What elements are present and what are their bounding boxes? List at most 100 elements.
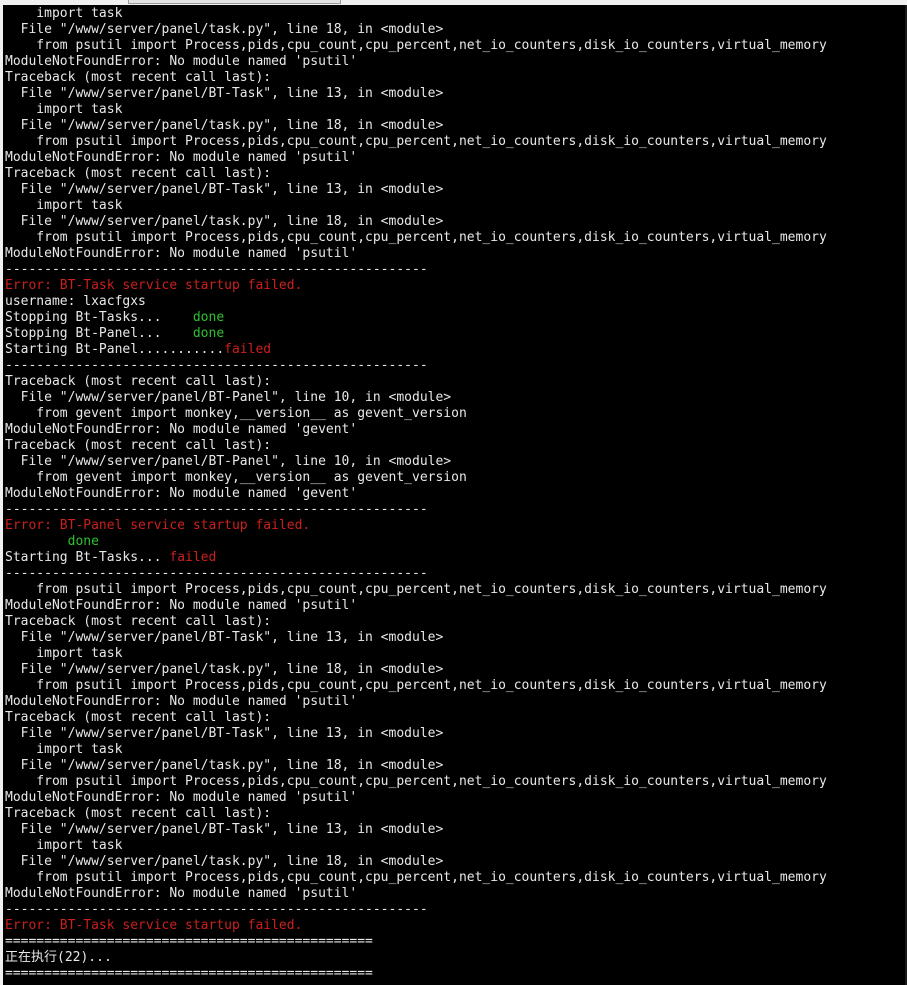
terminal-text: ModuleNotFoundError: No module named 'ge… [5, 422, 358, 437]
terminal-line: Traceback (most recent call last): [5, 438, 907, 454]
terminal-text: ----------------------------------------… [5, 502, 428, 517]
terminal-line: import task [5, 6, 907, 22]
terminal-line: File "/www/server/panel/BT-Panel", line … [5, 390, 907, 406]
terminal-text: ----------------------------------------… [5, 902, 428, 917]
terminal-text: File "/www/server/panel/BT-Task", line 1… [5, 726, 444, 741]
status-done-text: done [192, 326, 225, 341]
terminal-line: from psutil import Process,pids,cpu_coun… [5, 582, 907, 598]
terminal-lines: import task File "/www/server/panel/task… [3, 5, 907, 982]
terminal-text: File "/www/server/panel/task.py", line 1… [5, 854, 444, 869]
terminal-line: ========================================… [5, 966, 907, 982]
terminal-line: from gevent import monkey,__version__ as… [5, 406, 907, 422]
terminal-text: Traceback (most recent call last): [5, 614, 272, 629]
terminal-line: File "/www/server/panel/task.py", line 1… [5, 758, 907, 774]
session-tab[interactable] [128, 0, 341, 4]
terminal-line: ========================================… [5, 934, 907, 950]
status-done-text: done [67, 534, 99, 549]
terminal-line: import task [5, 198, 907, 214]
terminal-line: Traceback (most recent call last): [5, 614, 907, 630]
terminal-text: ModuleNotFoundError: No module named 'ps… [5, 54, 358, 69]
terminal-text: File "/www/server/panel/BT-Task", line 1… [5, 630, 444, 645]
terminal-line: import task [5, 646, 907, 662]
terminal-line: Error: BT-Task service startup failed. [5, 278, 907, 294]
terminal-line: import task [5, 102, 907, 118]
terminal-text: ModuleNotFoundError: No module named 'ps… [5, 598, 358, 613]
terminal-line: Stopping Bt-Panel... done [5, 326, 907, 342]
terminal-line: username: lxacfgxs [5, 294, 907, 310]
terminal-line: import task [5, 742, 907, 758]
terminal-line: ModuleNotFoundError: No module named 'ps… [5, 886, 907, 902]
terminal-line: ----------------------------------------… [5, 902, 907, 918]
terminal-text: ----------------------------------------… [5, 566, 428, 581]
terminal-text: File "/www/server/panel/BT-Panel", line … [5, 390, 452, 405]
terminal-text: from gevent import monkey,__version__ as… [5, 470, 467, 485]
terminal-line: File "/www/server/panel/task.py", line 1… [5, 118, 907, 134]
terminal-text: Traceback (most recent call last): [5, 710, 272, 725]
terminal-text: from psutil import Process,pids,cpu_coun… [5, 774, 827, 789]
terminal-text: ModuleNotFoundError: No module named 'ps… [5, 150, 358, 165]
terminal-text: import task [5, 838, 123, 853]
terminal-line: Traceback (most recent call last): [5, 70, 907, 86]
terminal-text: from gevent import monkey,__version__ as… [5, 406, 467, 421]
terminal-text: from psutil import Process,pids,cpu_coun… [5, 38, 827, 53]
terminal-line: Starting Bt-Tasks... failed [5, 550, 907, 566]
terminal-line: import task [5, 838, 907, 854]
terminal-text: File "/www/server/panel/task.py", line 1… [5, 214, 444, 229]
terminal-line: File "/www/server/panel/BT-Panel", line … [5, 454, 907, 470]
terminal-line: Error: BT-Task service startup failed. [5, 918, 907, 934]
terminal-line: done [5, 534, 907, 550]
terminal-line: ----------------------------------------… [5, 502, 907, 518]
terminal-line: from psutil import Process,pids,cpu_coun… [5, 870, 907, 886]
terminal-line: Starting Bt-Panel...........failed [5, 342, 907, 358]
terminal-text: File "/www/server/panel/task.py", line 1… [5, 22, 444, 37]
terminal-output-area[interactable]: import task File "/www/server/panel/task… [3, 5, 907, 985]
terminal-line: Traceback (most recent call last): [5, 806, 907, 822]
terminal-text: username: lxacfgxs [5, 294, 146, 309]
terminal-line: File "/www/server/panel/task.py", line 1… [5, 854, 907, 870]
terminal-text: File "/www/server/panel/BT-Panel", line … [5, 454, 452, 469]
terminal-text: ModuleNotFoundError: No module named 'ps… [5, 886, 358, 901]
terminal-line: ----------------------------------------… [5, 262, 907, 278]
terminal-line: from psutil import Process,pids,cpu_coun… [5, 134, 907, 150]
terminal-line: ModuleNotFoundError: No module named 'ps… [5, 246, 907, 262]
terminal-text: import task [5, 742, 123, 757]
status-done-text: done [192, 310, 225, 325]
terminal-text: File "/www/server/panel/task.py", line 1… [5, 758, 444, 773]
terminal-text: Stopping Bt-Panel... [5, 326, 193, 341]
error-text: Error: BT-Panel service startup failed. [5, 518, 311, 533]
terminal-line: from psutil import Process,pids,cpu_coun… [5, 678, 907, 694]
terminal-text: Starting Bt-Panel........... [5, 342, 225, 357]
terminal-line: Traceback (most recent call last): [5, 374, 907, 390]
terminal-text: File "/www/server/panel/BT-Task", line 1… [5, 822, 444, 837]
terminal-window: import task File "/www/server/panel/task… [0, 0, 907, 985]
terminal-text: Traceback (most recent call last): [5, 70, 272, 85]
terminal-line: File "/www/server/panel/task.py", line 1… [5, 214, 907, 230]
terminal-text: from psutil import Process,pids,cpu_coun… [5, 870, 827, 885]
terminal-text: import task [5, 6, 123, 21]
terminal-line: ModuleNotFoundError: No module named 'ge… [5, 486, 907, 502]
terminal-line: from gevent import monkey,__version__ as… [5, 470, 907, 486]
terminal-text: ModuleNotFoundError: No module named 'ps… [5, 246, 358, 261]
terminal-text: from psutil import Process,pids,cpu_coun… [5, 134, 827, 149]
terminal-line: File "/www/server/panel/task.py", line 1… [5, 22, 907, 38]
terminal-text: from psutil import Process,pids,cpu_coun… [5, 230, 827, 245]
terminal-line: File "/www/server/panel/BT-Task", line 1… [5, 182, 907, 198]
terminal-line: 正在执行(22)... [5, 950, 907, 966]
terminal-line: ModuleNotFoundError: No module named 'ge… [5, 422, 907, 438]
error-text: failed [224, 342, 272, 357]
terminal-text: Traceback (most recent call last): [5, 166, 272, 181]
terminal-line: from psutil import Process,pids,cpu_coun… [5, 230, 907, 246]
terminal-text: ----------------------------------------… [5, 358, 428, 373]
terminal-line: File "/www/server/panel/BT-Task", line 1… [5, 822, 907, 838]
terminal-line: from psutil import Process,pids,cpu_coun… [5, 774, 907, 790]
terminal-text: Traceback (most recent call last): [5, 438, 272, 453]
terminal-text: ========================================… [5, 966, 373, 981]
terminal-text: Starting Bt-Tasks... [5, 550, 170, 565]
terminal-text: File "/www/server/panel/BT-Task", line 1… [5, 86, 444, 101]
terminal-line: ModuleNotFoundError: No module named 'ps… [5, 598, 907, 614]
terminal-line: File "/www/server/panel/BT-Task", line 1… [5, 86, 907, 102]
terminal-text: ModuleNotFoundError: No module named 'ps… [5, 694, 358, 709]
terminal-text: File "/www/server/panel/task.py", line 1… [5, 662, 444, 677]
terminal-text: import task [5, 646, 123, 661]
